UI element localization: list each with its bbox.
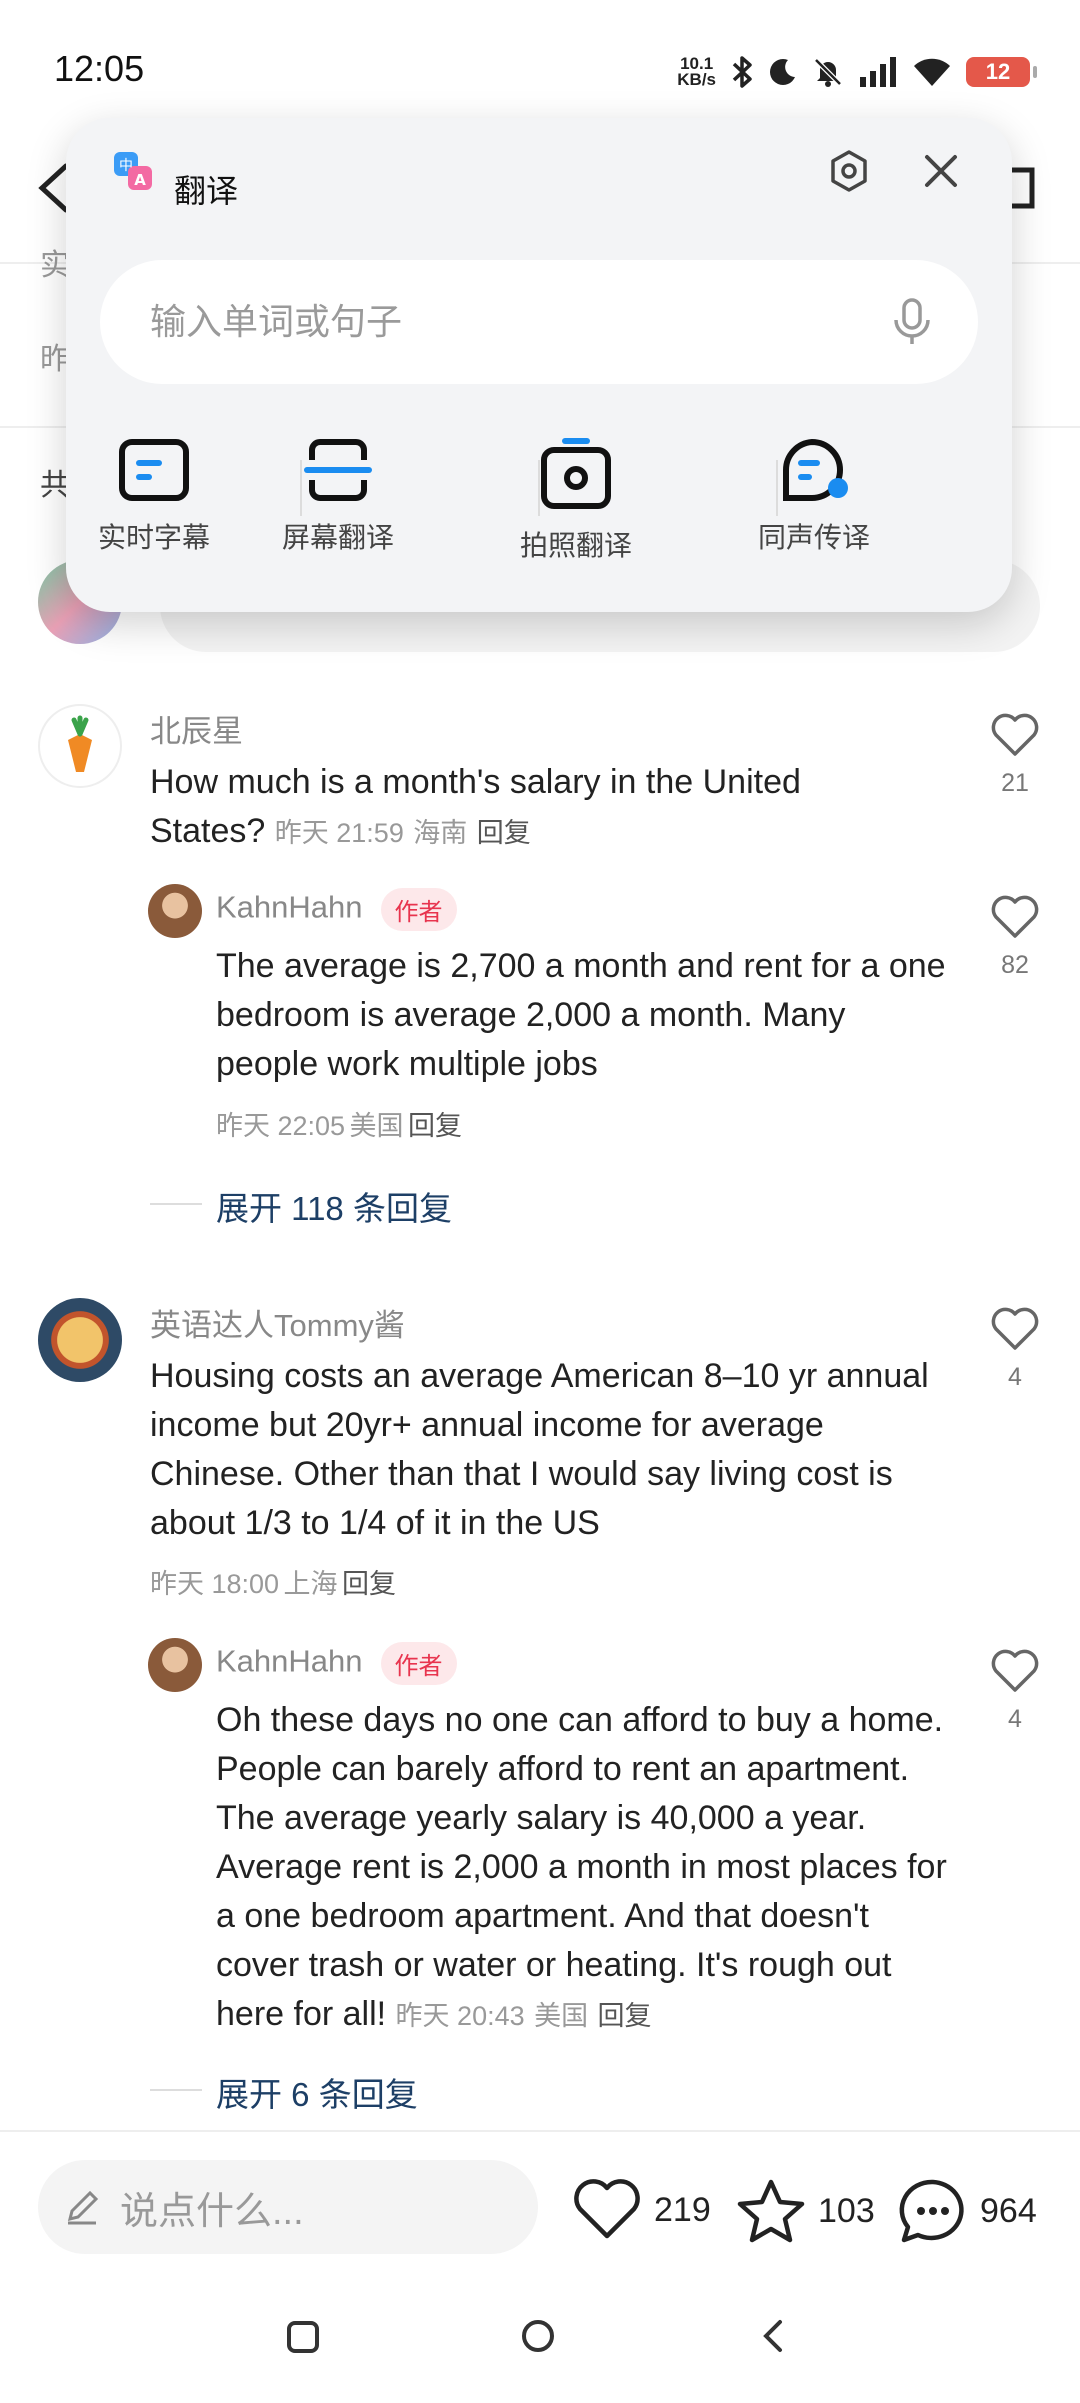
reply-button[interactable]: 回复 (342, 1569, 396, 1599)
bottom-bar-divider (0, 2130, 1080, 2132)
tool-camera-translate[interactable]: 拍照翻译 (476, 438, 676, 588)
like-total: 219 (654, 2190, 711, 2229)
tool-label: 拍照翻译 (519, 530, 632, 561)
expand-line (150, 1203, 202, 1205)
back-icon[interactable] (758, 2318, 788, 2354)
expand-replies-button[interactable]: 展开 6 条回复 (216, 2068, 418, 2116)
svg-text:中: 中 (119, 158, 133, 174)
moon-icon (770, 59, 795, 85)
favorite-total: 103 (818, 2191, 875, 2230)
settings-icon[interactable] (826, 148, 872, 194)
simultaneous-interpret-icon (782, 438, 848, 501)
tool-label: 屏幕翻译 (281, 522, 394, 553)
comment-body: How much is a month's salary in the Unit… (150, 758, 910, 858)
net-speed: 10.1 KB/s (677, 54, 716, 89)
avatar[interactable] (38, 1298, 122, 1382)
comment-location: 海南 (413, 818, 468, 848)
comment-input[interactable]: 说点什么... (38, 2160, 538, 2254)
like-button[interactable]: 4 (980, 1648, 1050, 1734)
microphone-icon[interactable] (888, 296, 936, 348)
tool-live-subtitle[interactable]: 实时字幕 (54, 438, 254, 588)
like-button[interactable]: 82 (980, 894, 1050, 980)
system-nav-bar (0, 2300, 1080, 2380)
reply-button[interactable]: 回复 (408, 1111, 462, 1141)
reply-location: 美国 (349, 1111, 404, 1141)
heart-icon (991, 895, 1039, 938)
comment-total: 964 (980, 2191, 1037, 2230)
tool-label: 同声传译 (757, 522, 870, 553)
author-badge: 作者 (380, 888, 457, 931)
reply-username-row: KahnHahn 作者 (216, 888, 457, 931)
reply-username[interactable]: KahnHahn (216, 1644, 363, 1679)
comment-text: Housing costs an average American 8–10 y… (150, 1357, 929, 1542)
mute-bell-icon (814, 58, 842, 87)
like-count: 4 (1008, 1363, 1022, 1391)
translate-popup: 中 A 翻译 实时字幕 屏幕翻译 (66, 118, 1012, 612)
signal-icon (860, 57, 896, 87)
reply-button[interactable]: 回复 (477, 818, 531, 848)
comment-text: How much is a month's salary in the Unit… (150, 763, 801, 850)
battery-icon: 12 (966, 57, 1037, 87)
reply-text: The average is 2,700 a month and rent fo… (216, 947, 946, 1083)
bluetooth-icon (732, 56, 752, 88)
favorite-stat[interactable]: 103 (736, 2178, 875, 2244)
screen-translate-icon (304, 439, 372, 501)
translate-input[interactable] (148, 300, 852, 344)
heart-icon (991, 1649, 1039, 1692)
reply-location: 美国 (534, 2001, 589, 2031)
star-icon (737, 2179, 805, 2243)
comment-input-placeholder: 说点什么... (120, 2190, 304, 2233)
like-count: 21 (1001, 769, 1029, 797)
comment-username[interactable]: 北辰星 (150, 706, 243, 751)
comment-username[interactable]: 英语达人Tommy酱 (150, 1300, 405, 1345)
svg-text:A: A (134, 171, 146, 189)
avatar[interactable] (38, 704, 122, 788)
reply-meta: 昨天 22:05 美国 回复 (216, 1104, 462, 1143)
comment-time: 昨天 21:59 (274, 818, 404, 848)
like-button[interactable]: 21 (980, 712, 1050, 798)
avatar[interactable] (148, 1638, 202, 1692)
camera-translate-icon (541, 438, 611, 509)
popup-title: 翻译 (174, 173, 239, 209)
heart-icon (991, 713, 1039, 756)
like-stat[interactable]: 219 (572, 2178, 711, 2242)
comment-time: 昨天 18:00 (150, 1569, 280, 1599)
reply-time: 昨天 22:05 (216, 1111, 346, 1141)
heart-icon (574, 2179, 640, 2239)
pencil-icon (67, 2190, 99, 2225)
close-icon[interactable] (918, 148, 964, 194)
reply-time: 昨天 20:43 (395, 2001, 525, 2031)
tool-simultaneous-interpret[interactable]: 同声传译 (714, 438, 914, 588)
comment-location: 上海 (283, 1569, 338, 1599)
reply-button[interactable]: 回复 (598, 2001, 652, 2031)
status-time: 12:05 (54, 48, 145, 89)
live-subtitle-icon (119, 439, 189, 501)
reply-body: Oh these days no one can afford to buy a… (216, 1696, 956, 2041)
tool-screen-translate[interactable]: 屏幕翻译 (238, 438, 438, 588)
expand-replies-button[interactable]: 展开 118 条回复 (216, 1182, 452, 1230)
reply-text: Oh these days no one can afford to buy a… (216, 1701, 947, 2033)
avatar[interactable] (148, 884, 202, 938)
wifi-icon (914, 58, 950, 86)
author-badge: 作者 (380, 1642, 457, 1685)
translate-app-icon: 中 A (114, 152, 152, 190)
recents-icon[interactable] (286, 2320, 320, 2354)
home-icon[interactable] (520, 2318, 556, 2354)
reply-username-row: KahnHahn 作者 (216, 1642, 457, 1685)
like-count: 4 (1008, 1705, 1022, 1733)
status-icons: 10.1 KB/s 12 (677, 50, 1037, 94)
heart-icon (991, 1307, 1039, 1350)
translate-input-box[interactable] (100, 260, 978, 384)
like-button[interactable]: 4 (980, 1306, 1050, 1392)
carrot-avatar-icon (68, 715, 92, 772)
expand-line (150, 2089, 202, 2091)
comment-bubble-icon (899, 2179, 964, 2243)
comment-meta: 昨天 18:00 上海 回复 (150, 1562, 396, 1601)
reply-username[interactable]: KahnHahn (216, 890, 363, 925)
tool-label: 实时字幕 (97, 522, 210, 553)
like-count: 82 (1001, 951, 1029, 979)
comment-stat[interactable]: 964 (898, 2178, 1037, 2244)
